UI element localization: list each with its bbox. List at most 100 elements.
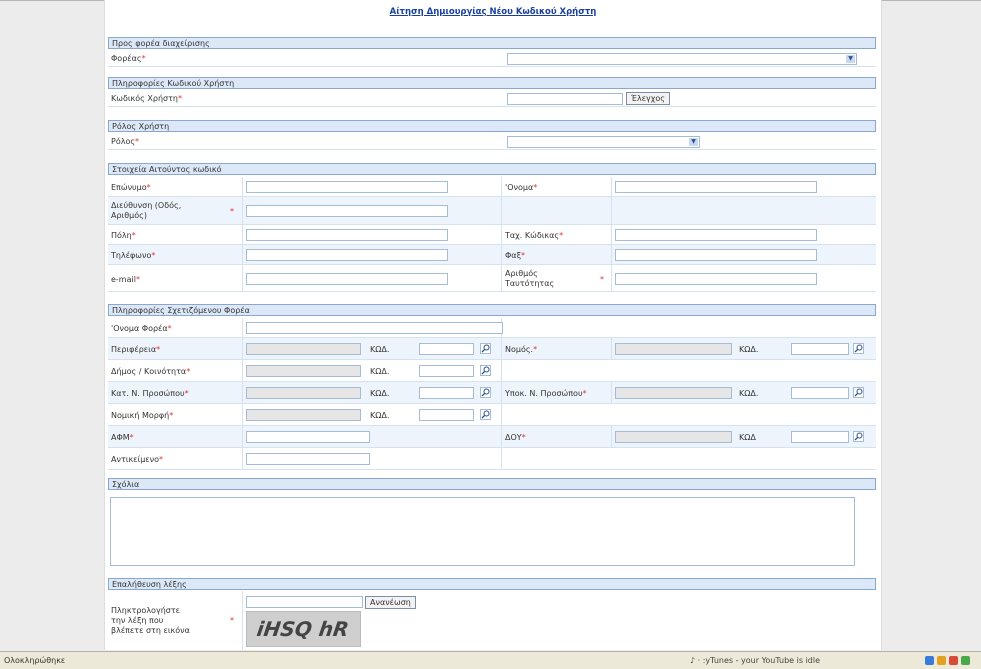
- status-bar: Ολοκληρώθηκε ♪ · :yTunes - your YouTube …: [0, 651, 981, 669]
- label-kodikos: Κωδικός Χρήστη: [111, 94, 178, 103]
- doy-kwd-input[interactable]: [791, 431, 849, 443]
- dieuthynsi-input[interactable]: [246, 205, 448, 217]
- page-title[interactable]: Αίτηση Δημιουργίας Νέου Κωδικού Χρήστη: [105, 7, 881, 17]
- kwd-label: ΚΩΔ.: [739, 345, 759, 354]
- required-mark: *: [230, 616, 234, 625]
- kat-np-readonly: [246, 387, 361, 399]
- tk-input[interactable]: [615, 229, 817, 241]
- network-icon[interactable]: [925, 656, 934, 665]
- tilefono-input[interactable]: [246, 249, 448, 261]
- required-mark: *: [230, 207, 234, 216]
- search-icon[interactable]: [480, 365, 491, 376]
- required-mark: *: [184, 389, 189, 398]
- foreas-select[interactable]: ▼: [507, 53, 857, 65]
- required-mark: *: [582, 389, 587, 398]
- antikeimeno-input[interactable]: [246, 453, 370, 465]
- row-eponymo: Επώνυμο* 'Ονομα*: [108, 177, 876, 197]
- email-input[interactable]: [246, 273, 448, 285]
- required-mark: *: [159, 455, 163, 464]
- dimos-kwd-input[interactable]: [419, 365, 474, 377]
- kwd-label: ΚΩΔ.: [739, 389, 759, 398]
- section-header-foreas: Προς φορέα διαχείρισης: [108, 37, 876, 49]
- section-header-sxolia: Σχόλια: [108, 478, 876, 490]
- label-fax: Φαξ: [505, 251, 522, 260]
- required-mark: *: [169, 411, 174, 420]
- label-onoma: 'Ονομα: [505, 183, 534, 192]
- label-dimos: Δήμος / Κοινότητα: [111, 367, 187, 376]
- search-icon[interactable]: [853, 387, 864, 398]
- perifereia-kwd-input[interactable]: [419, 343, 474, 355]
- onoma-forea-input[interactable]: [246, 322, 503, 334]
- label-afm: ΑΦΜ: [111, 433, 130, 442]
- kat-np-kwd-input[interactable]: [419, 387, 474, 399]
- kwd-label: ΚΩΔ.: [370, 389, 390, 398]
- row-email: e-mail* Αριθμός Ταυτότητας *: [108, 265, 876, 292]
- rolos-select[interactable]: ▼: [507, 136, 700, 148]
- required-mark: *: [177, 94, 182, 103]
- label-ypok-np: Υποκ. Ν. Προσώπου: [505, 389, 583, 398]
- row-foreas: Φορέας* ▼: [108, 50, 876, 67]
- fax-input[interactable]: [615, 249, 817, 261]
- sxolia-textarea[interactable]: [110, 497, 855, 566]
- search-icon[interactable]: [480, 387, 491, 398]
- afm-input[interactable]: [246, 431, 370, 443]
- chevron-down-icon[interactable]: ▼: [689, 138, 698, 146]
- row-perifereia: Περιφέρεια* ΚΩΔ. Νομός.* ΚΩΔ.: [108, 338, 876, 360]
- required-mark: *: [151, 251, 156, 260]
- form-page: Αίτηση Δημιουργίας Νέου Κωδικού Χρήστη Π…: [104, 0, 882, 650]
- required-mark: *: [146, 183, 151, 192]
- search-icon[interactable]: [853, 431, 864, 442]
- chevron-down-icon[interactable]: ▼: [846, 55, 855, 63]
- section-header-aitountos: Στοιχεία Αιτούντος κωδικό: [108, 163, 876, 175]
- required-mark: *: [521, 251, 526, 260]
- label-captcha-prompt: Πληκτρολογήστε την λέξη που βλέπετε στη …: [111, 606, 190, 635]
- captcha-image: iHSQ hR: [246, 611, 361, 647]
- nomiki-kwd-input[interactable]: [419, 409, 474, 421]
- tray-status-icon[interactable]: [961, 656, 970, 665]
- search-icon[interactable]: [480, 409, 491, 420]
- doy-readonly: [615, 431, 732, 443]
- nomos-kwd-input[interactable]: [791, 343, 849, 355]
- row-afm: ΑΦΜ* ΔΟΥ* ΚΩΔ: [108, 426, 876, 448]
- poli-input[interactable]: [246, 229, 448, 241]
- onoma-input[interactable]: [615, 181, 817, 193]
- required-mark: *: [135, 275, 140, 284]
- label-email: e-mail: [111, 275, 136, 284]
- kwd-label: ΚΩΔ.: [370, 345, 390, 354]
- search-icon[interactable]: [853, 343, 864, 354]
- label-onoma-forea: 'Ονομα Φορέα: [111, 324, 168, 333]
- label-tk: Ταχ. Κώδικας: [505, 231, 560, 240]
- ypok-np-kwd-input[interactable]: [791, 387, 849, 399]
- label-nomos: Νομός.: [505, 345, 534, 354]
- tray-app-icon[interactable]: [949, 656, 958, 665]
- row-nomiki: Νομική Μορφή* ΚΩΔ.: [108, 404, 876, 426]
- ananeosi-button[interactable]: Ανανέωση: [365, 596, 416, 609]
- perifereia-readonly: [246, 343, 361, 355]
- row-captcha: Πληκτρολογήστε την λέξη που βλέπετε στη …: [108, 591, 876, 650]
- required-mark: *: [131, 231, 136, 240]
- label-perifereia: Περιφέρεια: [111, 345, 157, 354]
- captcha-input[interactable]: [246, 596, 363, 608]
- label-taytotita: Αριθμός Ταυτότητας: [505, 269, 555, 288]
- taytotita-input[interactable]: [615, 273, 817, 285]
- eponymo-input[interactable]: [246, 181, 448, 193]
- nomiki-readonly: [246, 409, 361, 421]
- required-mark: *: [533, 183, 538, 192]
- kodikos-input[interactable]: [507, 93, 623, 105]
- elegxos-button[interactable]: Έλεγχος: [626, 92, 670, 105]
- row-dimos: Δήμος / Κοινότητα* ΚΩΔ.: [108, 360, 876, 382]
- dimos-readonly: [246, 365, 361, 377]
- security-icon[interactable]: [937, 656, 946, 665]
- row-antikeimeno: Αντικείμενο*: [108, 448, 876, 470]
- section-header-info: Πληροφορίες Κωδικού Χρήστη: [108, 77, 876, 89]
- required-mark: *: [186, 367, 191, 376]
- label-doy: ΔΟΥ: [505, 433, 522, 442]
- label-nomiki: Νομική Μορφή: [111, 411, 170, 420]
- required-mark: *: [533, 345, 538, 354]
- row-rolos: Ρόλος* ▼: [108, 133, 876, 150]
- label-foreas: Φορέας: [111, 54, 142, 63]
- kwd-label: ΚΩΔ: [739, 433, 756, 442]
- required-mark: *: [129, 433, 134, 442]
- section-header-epalitheusi: Επαλήθευση λέξης: [108, 578, 876, 590]
- search-icon[interactable]: [480, 343, 491, 354]
